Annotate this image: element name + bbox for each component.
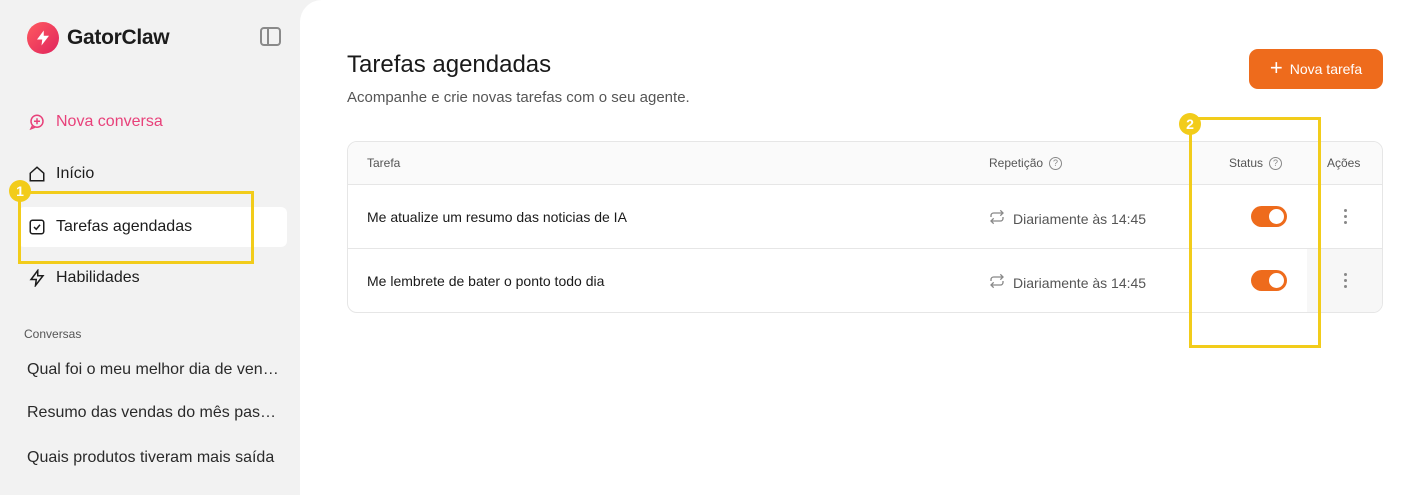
sidebar-item-tarefas-agendadas[interactable]: Tarefas agendadas	[18, 207, 287, 247]
sidebar-toggle-icon[interactable]	[260, 27, 281, 46]
checkbox-icon	[27, 217, 47, 237]
sidebar-item-inicio[interactable]: Início	[18, 154, 287, 194]
repeat-icon	[989, 209, 1005, 228]
more-vertical-icon	[1343, 273, 1347, 288]
sidebar: GatorClaw Nova conversa Início Tarefas a…	[0, 0, 300, 495]
conversation-item[interactable]: Resumo das vendas do mês passado	[27, 404, 282, 422]
plus-icon: +	[1269, 55, 1283, 80]
new-task-label: Nova tarefa	[1289, 61, 1363, 77]
new-chat-label: Nova conversa	[56, 113, 163, 130]
help-icon[interactable]: ?	[1269, 156, 1283, 170]
repetition-cell: Diariamente às 14:45	[989, 209, 1146, 228]
table-row[interactable]: Me lembrete de bater o ponto todo dia Di…	[348, 249, 1382, 312]
conversations-heading: Conversas	[24, 327, 82, 341]
conversation-item[interactable]: Quais produtos tiveram mais saída	[27, 449, 282, 467]
sidebar-item-label: Início	[56, 165, 95, 182]
column-header-status: Status ?	[1229, 156, 1283, 170]
brand[interactable]: GatorClaw	[27, 22, 170, 54]
repetition-cell: Diariamente às 14:45	[989, 273, 1146, 292]
column-header-actions: Ações	[1327, 156, 1361, 170]
sidebar-item-label: Tarefas agendadas	[56, 218, 193, 235]
row-actions-button[interactable]	[1307, 249, 1382, 312]
main-content: Tarefas agendadas Acompanhe e crie novas…	[300, 0, 1409, 495]
annotation-badge-2: 2	[1179, 113, 1201, 135]
lightning-icon	[27, 268, 47, 288]
brand-name: GatorClaw	[67, 26, 170, 49]
new-task-button[interactable]: + Nova tarefa	[1249, 49, 1383, 89]
status-toggle[interactable]	[1251, 206, 1287, 227]
row-actions-button[interactable]	[1307, 185, 1382, 248]
chat-plus-icon	[27, 112, 47, 132]
column-header-task: Tarefa	[367, 156, 401, 170]
repeat-icon	[989, 273, 1005, 292]
sidebar-item-habilidades[interactable]: Habilidades	[18, 258, 287, 298]
page-subtitle: Acompanhe e crie novas tarefas com o seu…	[347, 89, 690, 106]
lightning-bolt-icon	[27, 22, 59, 54]
task-name: Me lembrete de bater o ponto todo dia	[367, 273, 605, 289]
more-vertical-icon	[1343, 209, 1347, 224]
sidebar-item-label: Habilidades	[56, 269, 140, 286]
tasks-table: Tarefa Repetição ? Status ? Ações Me atu…	[347, 141, 1383, 313]
status-toggle[interactable]	[1251, 270, 1287, 291]
conversation-item[interactable]: Qual foi o meu melhor dia de vendas	[27, 361, 282, 379]
annotation-badge-1: 1	[9, 180, 31, 202]
column-header-repetition: Repetição ?	[989, 156, 1063, 170]
task-name: Me atualize um resumo das noticias de IA	[367, 209, 627, 225]
table-row[interactable]: Me atualize um resumo das noticias de IA…	[348, 185, 1382, 249]
new-chat-button[interactable]: Nova conversa	[27, 112, 163, 132]
help-icon[interactable]: ?	[1049, 156, 1063, 170]
table-header: Tarefa Repetição ? Status ? Ações	[348, 142, 1382, 185]
home-icon	[27, 164, 47, 184]
page-title: Tarefas agendadas	[347, 51, 552, 78]
